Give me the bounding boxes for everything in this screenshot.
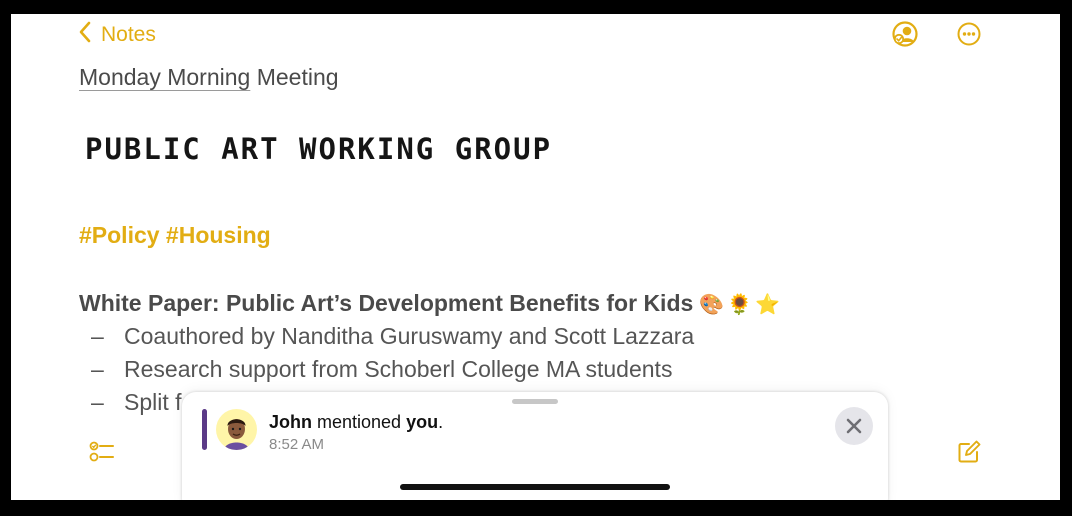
- sender-name: John: [269, 412, 312, 432]
- notification-message: John mentioned you.: [269, 412, 443, 433]
- note-title[interactable]: Monday Morning Meeting: [79, 64, 339, 91]
- section-heading: White Paper: Public Art’s Development Be…: [79, 290, 783, 317]
- bullet-dash: –: [91, 356, 104, 382]
- checklist-icon[interactable]: [89, 439, 115, 465]
- notes-screen: Notes Monday Morning Meeting PUBLIC ART …: [11, 14, 1060, 500]
- list-item: – Coauthored by Nanditha Guruswamy and Sc…: [91, 323, 694, 350]
- back-button[interactable]: Notes: [78, 20, 156, 49]
- mention-indicator-bar: [202, 409, 207, 450]
- bullet-dash: –: [91, 323, 104, 349]
- compose-icon[interactable]: [956, 439, 982, 465]
- ellipsis-circle-icon[interactable]: [955, 20, 983, 48]
- handwritten-title: PUBLIC ART WORKING GROUP: [85, 132, 553, 166]
- section-emojis: 🎨🌻⭐: [699, 294, 784, 316]
- bullet-text: Research support from Schoberl College M…: [124, 356, 673, 382]
- close-button[interactable]: [835, 407, 873, 445]
- bullet-text: Coauthored by Nanditha Guruswamy and Sco…: [124, 323, 695, 349]
- collaboration-icon[interactable]: [891, 20, 919, 48]
- notification-target: you: [406, 412, 439, 432]
- section-heading-text: White Paper: Public Art’s Development Be…: [79, 290, 694, 316]
- list-item: – Split f: [91, 389, 182, 416]
- notification-time: 8:52 AM: [269, 436, 325, 453]
- back-label: Notes: [101, 22, 156, 46]
- close-icon: [835, 407, 873, 445]
- home-indicator[interactable]: [400, 484, 670, 490]
- bullet-text: Split f: [124, 389, 182, 415]
- list-item: – Research support from Schoberl College …: [91, 356, 672, 383]
- banner-grabber[interactable]: [512, 399, 558, 404]
- chevron-left-icon: [78, 20, 92, 49]
- bullet-dash: –: [91, 389, 104, 415]
- note-tags[interactable]: #Policy #Housing: [79, 222, 271, 249]
- note-link[interactable]: Monday Morning: [79, 64, 250, 90]
- avatar: [216, 409, 257, 450]
- note-title-rest: Meeting: [250, 64, 339, 90]
- notification-punctuation: .: [438, 412, 444, 432]
- notification-action: mentioned: [312, 412, 407, 432]
